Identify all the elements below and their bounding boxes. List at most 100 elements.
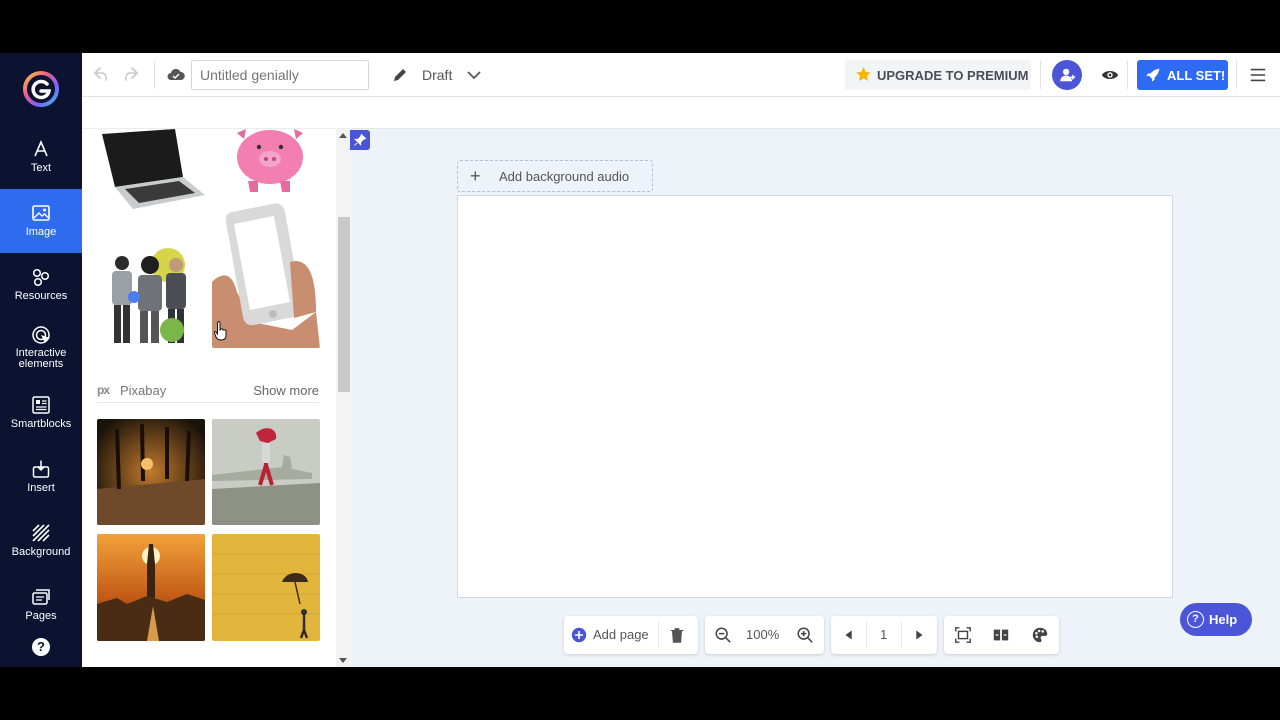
left-navigation: Text Image Resources Interactive element… [0,53,82,667]
sidebar-item-label: Interactive elements [15,347,67,370]
cloud-saved-icon [167,68,185,80]
workspace-header [352,97,1280,129]
panel-header [82,97,352,129]
image-thumbnail-phone[interactable] [212,202,320,348]
page-number: 1 [880,627,888,642]
next-page-icon[interactable] [910,626,928,644]
page-navigation-group: 1 [831,616,937,654]
upgrade-label: UPGRADE TO PREMIUM [877,68,1029,83]
help-circle-icon: ? [1187,611,1204,628]
help-label: Help [1209,612,1238,627]
scrollbar-thumb[interactable] [338,217,350,392]
slide-canvas[interactable] [457,195,1173,598]
view-tools-group [944,616,1059,654]
sidebar-item-text[interactable]: Text [0,125,82,189]
all-set-label: ALL SET! [1167,68,1226,83]
status-label[interactable]: Draft [422,67,452,83]
title-input[interactable] [191,60,369,90]
city-sunset-image [97,534,205,641]
people-image [112,248,186,343]
image-thumbnail-dancer[interactable] [212,419,320,525]
add-user-icon [1060,68,1076,82]
dancer-image [212,419,320,525]
sidebar-item-smartblocks[interactable]: Smartblocks [0,381,82,445]
pin-panel-button[interactable] [350,130,370,150]
add-background-audio-button[interactable]: + Add background audio [457,160,653,192]
sidebar-item-insert[interactable]: Insert [0,445,82,509]
split-view-icon[interactable] [992,626,1010,644]
text-icon [34,139,48,157]
image-thumbnail-people[interactable] [104,245,196,345]
sidebar-item-label: Text [30,162,52,174]
pixabay-header: px Pixabay Show more [97,381,319,403]
help-question-icon[interactable]: ? [32,638,50,656]
zoom-group: 100% [705,616,824,654]
image-thumbnail-piggy-bank[interactable] [232,129,314,195]
show-more-link[interactable]: Show more [253,383,319,398]
umbrella-wall-image [212,534,320,641]
color-palette-icon[interactable] [1031,626,1049,644]
divider [154,61,155,89]
trash-icon[interactable] [668,626,686,644]
add-page-button[interactable]: Add page [593,627,649,642]
night-street-image [97,419,205,525]
top-toolbar: Draft UPGRADE TO PREMIUM ALL SET! [82,53,1280,97]
undo-icon[interactable] [90,65,110,85]
sidebar-item-label: Resources [14,290,68,302]
laptop-image [102,129,205,209]
divider [1236,61,1237,89]
pin-icon [354,133,367,146]
image-thumbnail-night-street[interactable] [97,419,205,525]
hand-cursor-icon [214,321,227,341]
resources-icon [32,268,50,287]
upgrade-premium-button[interactable]: UPGRADE TO PREMIUM [845,60,1031,90]
sidebar-item-background[interactable]: Background [0,509,82,573]
scroll-down-arrow-icon[interactable] [339,658,347,663]
pencil-icon[interactable] [390,65,410,85]
sidebar-item-resources[interactable]: Resources [0,253,82,317]
sidebar-item-label: Smartblocks [10,418,72,430]
add-audio-label: Add background audio [499,169,630,184]
preview-eye-icon[interactable] [1101,66,1119,84]
sidebar-item-pages[interactable]: Pages [0,573,82,637]
genially-logo[interactable] [22,70,60,108]
add-circle-icon[interactable] [570,626,588,644]
zoom-out-icon[interactable] [714,626,732,644]
image-thumbnail-city-sunset[interactable] [97,534,205,641]
pages-icon [32,589,50,605]
zoom-level: 100% [746,627,780,642]
divider [658,622,659,648]
scroll-up-arrow-icon[interactable] [339,133,347,138]
hamburger-menu-icon[interactable] [1249,66,1267,84]
genially-editor: Text Image Resources Interactive element… [0,53,1280,667]
divider [866,622,867,648]
image-thumbnail-laptop[interactable] [97,129,207,209]
sidebar-item-interactive-elements[interactable]: Interactive elements [0,317,82,381]
source-name: Pixabay [120,383,167,398]
help-button[interactable]: ? Help [1180,603,1252,636]
background-icon [32,524,50,542]
sidebar-item-image[interactable]: Image [0,189,82,253]
add-user-button[interactable] [1052,60,1082,90]
image-thumbnail-umbrella-wall[interactable] [212,534,320,641]
page-actions-group: Add page [564,616,698,654]
zoom-in-icon[interactable] [796,626,814,644]
rocket-icon [1146,68,1160,82]
image-icon [32,205,50,221]
sidebar-item-label: Pages [25,610,57,622]
fit-screen-icon[interactable] [954,626,972,644]
chevron-down-icon[interactable] [464,65,484,85]
divider [901,622,902,648]
previous-page-icon[interactable] [840,626,858,644]
star-icon [856,67,871,81]
all-set-button[interactable]: ALL SET! [1137,60,1228,90]
panel-scrollbar[interactable] [336,129,352,667]
sidebar-item-label: Background [11,546,71,558]
divider [1040,61,1041,89]
redo-icon[interactable] [122,65,142,85]
interactive-icon [32,326,50,344]
phone-image [212,203,320,348]
sidebar-item-label: Insert [27,482,55,494]
pixabay-logo: px [97,383,110,397]
smartblocks-icon [32,396,50,414]
